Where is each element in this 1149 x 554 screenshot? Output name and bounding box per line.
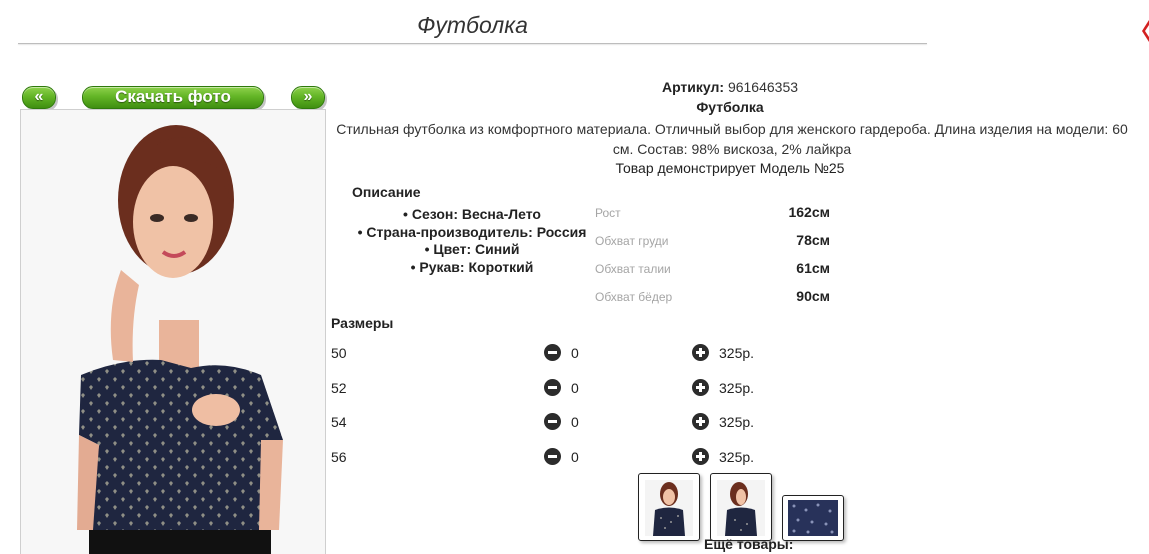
minus-circle-icon[interactable]	[544, 344, 561, 361]
price-value: 325р.	[719, 380, 755, 396]
measurement-value: 162см	[788, 204, 830, 220]
size-value: 54	[331, 414, 347, 430]
measurement-label: Обхват груди	[595, 234, 669, 248]
next-photo-button[interactable]: »	[291, 86, 325, 109]
plus-circle-icon[interactable]	[692, 344, 709, 361]
attribute-color: Цвет: Синий	[352, 241, 592, 259]
corner-decoration	[1137, 16, 1149, 46]
download-photo-button[interactable]: Скачать фото	[82, 86, 264, 109]
minus-circle-icon[interactable]	[544, 413, 561, 430]
measurement-height: Рост 162см	[595, 204, 830, 222]
size-row: 56 0 325р.	[331, 446, 771, 468]
price-value: 325р.	[719, 449, 755, 465]
sku-value: 961646353	[727, 79, 799, 95]
measurement-hips: Обхват бёдер 90см	[595, 288, 830, 306]
attribute-season: Сезон: Весна-Лето	[352, 206, 592, 224]
thumbnail-fabric[interactable]	[782, 495, 844, 541]
measurement-chest: Обхват груди 78см	[595, 232, 830, 250]
minus-circle-icon[interactable]	[544, 379, 561, 396]
sizes-heading: Размеры	[331, 315, 394, 331]
size-value: 56	[331, 449, 347, 465]
size-value: 50	[331, 345, 347, 361]
size-row: 50 0 325р.	[331, 342, 771, 364]
main-product-photo[interactable]	[20, 109, 326, 554]
plus-circle-icon[interactable]	[692, 413, 709, 430]
price-value: 325р.	[719, 414, 755, 430]
measurement-value: 61см	[796, 260, 830, 276]
attribute-country: Страна-производитель: Россия	[352, 224, 592, 242]
prev-photo-button[interactable]: «	[22, 86, 56, 109]
measurement-value: 78см	[796, 232, 830, 248]
title-divider	[18, 43, 927, 44]
attribute-sleeve: Рукав: Короткий	[352, 259, 592, 277]
size-row: 54 0 325р.	[331, 411, 771, 433]
description-heading: Описание	[352, 184, 421, 200]
measurement-waist: Обхват талии 61см	[595, 260, 830, 278]
size-row: 52 0 325р.	[331, 377, 771, 399]
thumbnail-side[interactable]	[710, 473, 772, 541]
page-title: Футболка	[417, 12, 528, 38]
plus-circle-icon[interactable]	[692, 379, 709, 396]
product-name: Футболка	[696, 99, 764, 115]
product-sku: Артикул: 961646353	[330, 79, 1130, 95]
more-products-label: Ещё товары:	[704, 536, 794, 552]
measurement-label: Рост	[595, 206, 621, 220]
model-demo-text: Товар демонстрирует Модель №25	[615, 160, 845, 176]
measurement-value: 90см	[796, 288, 830, 304]
quantity-value: 0	[571, 414, 579, 430]
quantity-value: 0	[571, 345, 579, 361]
measurement-label: Обхват талии	[595, 262, 671, 276]
measurement-label: Обхват бёдер	[595, 290, 673, 304]
attribute-list: Сезон: Весна-Лето Страна-производитель: …	[352, 206, 592, 276]
quantity-value: 0	[571, 380, 579, 396]
size-value: 52	[331, 380, 347, 396]
product-description: Стильная футболка из комфортного материа…	[336, 121, 1128, 157]
price-value: 325р.	[719, 345, 755, 361]
sku-label: Артикул:	[661, 79, 725, 95]
plus-circle-icon[interactable]	[692, 448, 709, 465]
thumbnail-front[interactable]	[638, 473, 700, 541]
quantity-value: 0	[571, 449, 579, 465]
minus-circle-icon[interactable]	[544, 448, 561, 465]
